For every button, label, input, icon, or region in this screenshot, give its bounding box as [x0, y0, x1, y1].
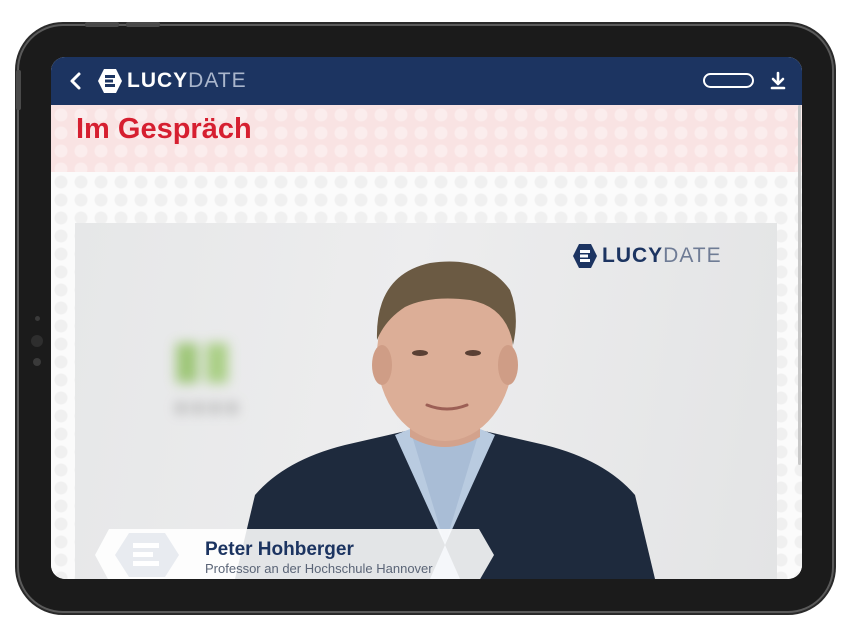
scrollbar[interactable] [798, 105, 801, 465]
page-header: Im Gespräch [51, 105, 802, 172]
video-player[interactable]: LUCYDATE Peter Hohberger Professor an de… [75, 223, 777, 579]
sensor-dot [35, 316, 40, 321]
chevron-left-icon[interactable] [68, 71, 82, 91]
volume-up-button [85, 22, 119, 27]
speaker-lower-third: Peter Hohberger Professor an der Hochsch… [95, 529, 494, 579]
volume-down-button [126, 22, 160, 27]
pill-menu-icon[interactable] [703, 73, 754, 88]
lucydate-logo-icon [573, 244, 597, 268]
lucydate-logo-icon [98, 69, 122, 93]
download-icon[interactable] [769, 71, 787, 91]
speaker-name: Peter Hohberger [205, 539, 354, 560]
brand-name-secondary: DATE [188, 69, 247, 92]
page-title: Im Gespräch [76, 113, 252, 145]
sensor-dot [33, 358, 41, 366]
front-camera [31, 335, 43, 347]
app-screen: LUCYDATE Im Gespräch LUCYDATE Peter Hohb… [51, 57, 802, 579]
speaker-role: Professor an der Hochschule Hannover [205, 561, 433, 576]
top-navigation-bar: LUCYDATE [51, 57, 802, 105]
app-logo: LUCYDATE [97, 67, 247, 95]
power-button [16, 70, 21, 110]
video-watermark-logo: LUCYDATE [572, 242, 722, 270]
watermark-secondary: DATE [663, 244, 722, 267]
watermark-primary: LUCY [602, 244, 664, 267]
brand-name-primary: LUCY [127, 69, 189, 92]
